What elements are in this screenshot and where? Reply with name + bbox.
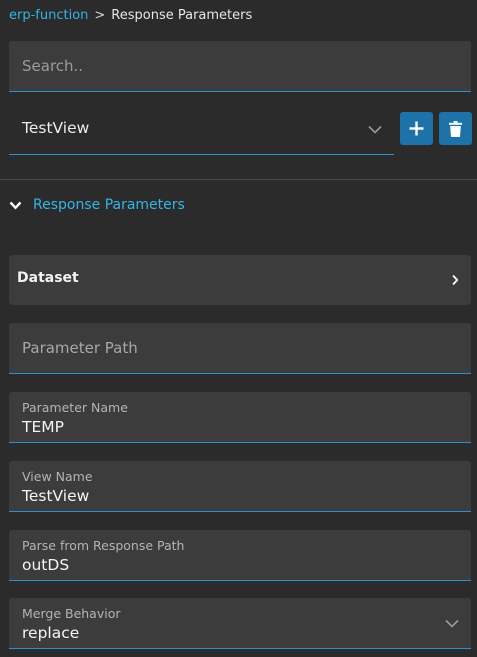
section-title: Response Parameters [33, 197, 185, 213]
parameter-path-input[interactable] [9, 323, 471, 373]
breadcrumb-separator: > [94, 8, 106, 23]
parameter-path-field [9, 323, 471, 374]
search-field [9, 41, 471, 92]
chevron-down-icon [445, 619, 459, 628]
chevron-down-icon [368, 125, 382, 134]
view-name-field[interactable]: View Name TestView [9, 461, 471, 512]
view-select-value: TestView [22, 119, 90, 137]
add-button[interactable] [400, 112, 433, 145]
dataset-label: Dataset [17, 270, 79, 286]
merge-behavior-select[interactable]: Merge Behavior replace [9, 598, 471, 649]
parameter-name-value: TEMP [22, 418, 64, 436]
breadcrumb-current: Response Parameters [111, 8, 253, 23]
section-toggle-response-parameters[interactable]: Response Parameters [9, 194, 185, 216]
view-select[interactable]: TestView [9, 104, 394, 155]
view-name-value: TestView [22, 487, 90, 505]
breadcrumb: erp-function > Response Parameters [9, 7, 252, 25]
delete-button[interactable] [439, 112, 472, 145]
plus-icon [409, 121, 424, 136]
breadcrumb-link-erp-function[interactable]: erp-function [9, 8, 88, 23]
parameter-name-field[interactable]: Parameter Name TEMP [9, 392, 471, 443]
chevron-right-icon [452, 274, 459, 286]
chevron-down-icon [9, 201, 22, 210]
response-parameters-panel: erp-function > Response Parameters TestVie… [0, 0, 477, 657]
parse-response-path-field[interactable]: Parse from Response Path outDS [9, 530, 471, 581]
parse-response-path-value: outDS [22, 556, 70, 574]
divider [0, 179, 477, 180]
trash-icon [449, 120, 462, 137]
view-name-label: View Name [22, 469, 93, 484]
search-input[interactable] [9, 41, 471, 91]
dataset-row[interactable]: Dataset [9, 255, 471, 305]
merge-behavior-label: Merge Behavior [22, 606, 121, 621]
merge-behavior-value: replace [22, 624, 80, 642]
parse-response-path-label: Parse from Response Path [22, 538, 185, 553]
parameter-name-label: Parameter Name [22, 400, 128, 415]
